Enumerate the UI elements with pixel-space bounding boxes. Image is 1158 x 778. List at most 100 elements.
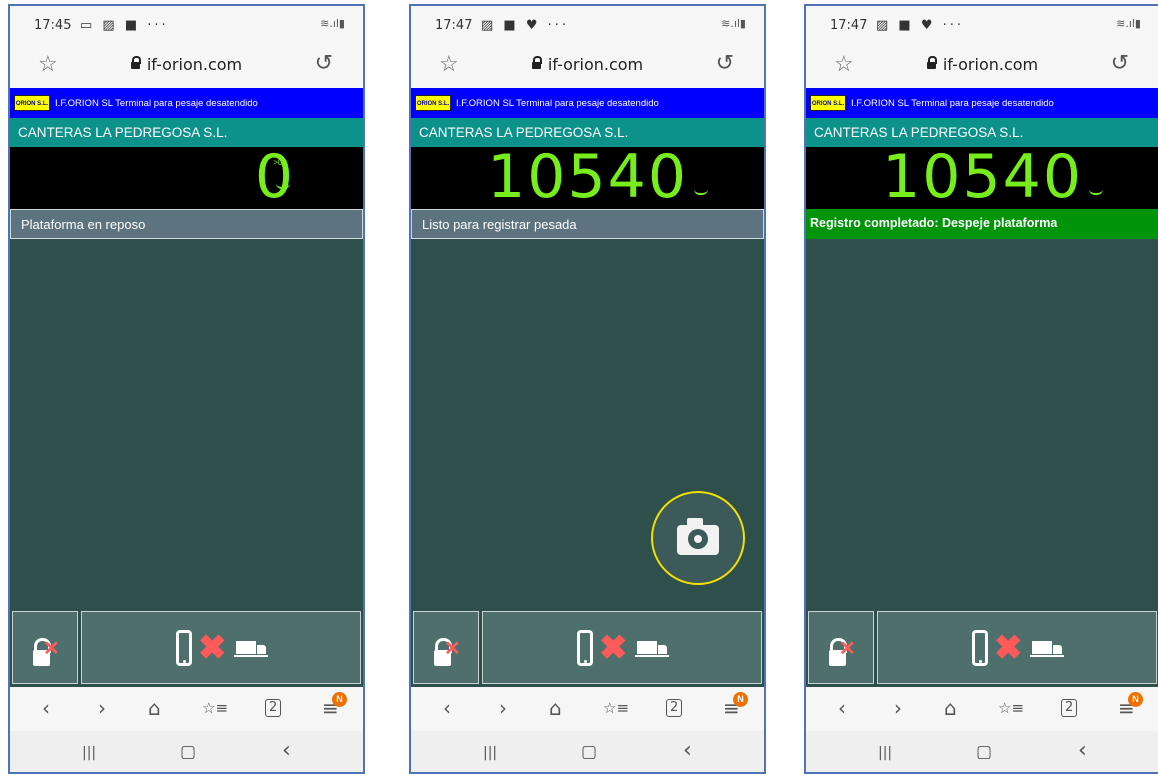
- reload-icon[interactable]: ↺: [716, 50, 734, 76]
- status-message: Registro completado: Despeje plataforma: [810, 216, 1058, 230]
- notification-icons: ▭ ▨ ■ ···: [80, 18, 169, 33]
- cancel-x-icon: ✕: [444, 638, 461, 660]
- url-display[interactable]: if-orion.com: [10, 55, 363, 74]
- notification-icons: ▨ ■ ♥ ···: [481, 18, 570, 33]
- zero-indicator: >0<: [273, 158, 287, 167]
- lock-icon: [926, 56, 937, 69]
- company-name: CANTERAS LA PEDREGOSA S.L.: [18, 125, 228, 140]
- stable-indicator-icon: [1089, 189, 1103, 195]
- brand-header: ORION S.L. I.F.ORION SL Terminal para pe…: [806, 88, 1158, 118]
- browser-url-bar[interactable]: ☆ if-orion.com ↺: [411, 42, 764, 88]
- gate-button[interactable]: ✖: [81, 611, 361, 684]
- status-bar: 17:47 ▨ ■ ♥ ··· ≋.ıl▮: [806, 6, 1158, 42]
- recent-apps-icon[interactable]: |||: [82, 745, 96, 761]
- lock-icon: [130, 56, 141, 69]
- bookmarks-icon[interactable]: ☆≡: [202, 699, 228, 717]
- cancel-x-icon: ✖: [198, 629, 227, 667]
- status-bar: 17:47 ▨ ■ ♥ ··· ≋.ıl▮: [411, 6, 764, 42]
- lock-icon: [531, 56, 542, 69]
- tabs-icon[interactable]: 2: [1061, 699, 1078, 717]
- phone-screen: 17:47 ▨ ■ ♥ ··· ≋.ıl▮ ☆ if-orion.com ↺ O…: [804, 4, 1158, 774]
- back-icon[interactable]: ‹: [443, 696, 451, 720]
- url-text[interactable]: if-orion.com: [548, 55, 643, 74]
- tabs-icon[interactable]: 2: [666, 699, 683, 717]
- weight-display: 10540: [806, 145, 1158, 209]
- gate-button[interactable]: ✖: [482, 611, 762, 684]
- home-button-icon[interactable]: ▢: [180, 742, 196, 762]
- company-bar: CANTERAS LA PEDREGOSA S.L.: [10, 118, 363, 147]
- system-back-icon[interactable]: ‹: [282, 738, 291, 763]
- recent-apps-icon[interactable]: |||: [878, 745, 892, 761]
- brand-header: ORION S.L. I.F.ORION SL Terminal para pe…: [10, 88, 363, 118]
- back-icon[interactable]: ‹: [838, 696, 846, 720]
- phone-screen: 17:47 ▨ ■ ♥ ··· ≋.ıl▮ ☆ if-orion.com ↺ O…: [409, 4, 766, 774]
- status-time: 17:47: [435, 18, 473, 33]
- cancel-x-icon: ✕: [43, 638, 60, 660]
- home-button-icon[interactable]: ▢: [581, 742, 597, 762]
- weight-value: 10540: [487, 142, 688, 212]
- wifi-signal-battery-icons: ≋.ıl▮: [1116, 17, 1141, 30]
- company-name: CANTERAS LA PEDREGOSA S.L.: [419, 125, 629, 140]
- forward-icon[interactable]: ›: [98, 696, 106, 720]
- status-message-bar: Plataforma en reposo: [10, 209, 363, 239]
- orion-logo: ORION S.L.: [415, 95, 451, 111]
- main-area: [806, 239, 1158, 609]
- status-bar: 17:45 ▭ ▨ ■ ··· ≋.ıl▮: [10, 6, 363, 42]
- forward-icon[interactable]: ›: [894, 696, 902, 720]
- wifi-signal-battery-icons: ≋.ıl▮: [320, 17, 345, 30]
- system-nav-bar: ||| ▢ ‹: [806, 731, 1158, 772]
- bookmarks-icon[interactable]: ☆≡: [603, 699, 629, 717]
- url-text[interactable]: if-orion.com: [943, 55, 1038, 74]
- bookmarks-icon[interactable]: ☆≡: [998, 699, 1024, 717]
- forward-icon[interactable]: ›: [499, 696, 507, 720]
- brand-title: I.F.ORION SL Terminal para pesaje desate…: [55, 98, 258, 109]
- unlock-button[interactable]: ✕: [12, 611, 78, 684]
- reload-icon[interactable]: ↺: [315, 50, 333, 76]
- browser-nav-bar: ‹ › ⌂ ☆≡ 2 ≡ N: [411, 687, 764, 731]
- home-icon[interactable]: ⌂: [944, 696, 957, 720]
- status-time: 17:47: [830, 18, 868, 33]
- truck-icon: [236, 641, 256, 654]
- truck-icon: [637, 641, 657, 654]
- url-display[interactable]: if-orion.com: [806, 55, 1158, 74]
- orion-logo: ORION S.L.: [810, 95, 846, 111]
- url-text[interactable]: if-orion.com: [147, 55, 242, 74]
- truck-icon: [1032, 641, 1052, 654]
- cancel-x-icon: ✕: [839, 638, 856, 660]
- unlock-button[interactable]: ✕: [808, 611, 874, 684]
- notification-badge: N: [332, 692, 347, 707]
- home-icon[interactable]: ⌂: [549, 696, 562, 720]
- notification-icons: ▨ ■ ♥ ···: [876, 18, 965, 33]
- notification-badge: N: [733, 692, 748, 707]
- brand-header: ORION S.L. I.F.ORION SL Terminal para pe…: [411, 88, 764, 118]
- browser-url-bar[interactable]: ☆ if-orion.com ↺: [806, 42, 1158, 88]
- action-buttons: ✕ ✖: [411, 609, 764, 687]
- reload-icon[interactable]: ↺: [1111, 50, 1129, 76]
- tabs-icon[interactable]: 2: [265, 699, 282, 717]
- notification-badge: N: [1128, 692, 1143, 707]
- orion-logo: ORION S.L.: [14, 95, 50, 111]
- main-area: [411, 239, 764, 609]
- home-icon[interactable]: ⌂: [148, 696, 161, 720]
- browser-url-bar[interactable]: ☆ if-orion.com ↺: [10, 42, 363, 88]
- stable-indicator-icon: [694, 189, 708, 195]
- unlock-button[interactable]: ✕: [413, 611, 479, 684]
- company-name: CANTERAS LA PEDREGOSA S.L.: [814, 125, 1024, 140]
- status-message-bar: Listo para registrar pesada: [411, 209, 764, 239]
- brand-title: I.F.ORION SL Terminal para pesaje desate…: [851, 98, 1054, 109]
- browser-nav-bar: ‹ › ⌂ ☆≡ 2 ≡ N: [10, 687, 363, 731]
- system-back-icon[interactable]: ‹: [683, 738, 692, 763]
- action-buttons: ✕ ✖: [806, 609, 1158, 687]
- system-nav-bar: ||| ▢ ‹: [10, 731, 363, 772]
- status-message: Listo para registrar pesada: [422, 217, 577, 232]
- system-back-icon[interactable]: ‹: [1078, 738, 1087, 763]
- home-button-icon[interactable]: ▢: [976, 742, 992, 762]
- weight-display: 0 >0<: [10, 142, 363, 212]
- url-display[interactable]: if-orion.com: [411, 55, 764, 74]
- recent-apps-icon[interactable]: |||: [483, 745, 497, 761]
- weight-value: 0: [254, 142, 295, 212]
- system-nav-bar: ||| ▢ ‹: [411, 731, 764, 772]
- back-icon[interactable]: ‹: [42, 696, 50, 720]
- camera-button[interactable]: [651, 491, 745, 585]
- gate-button[interactable]: ✖: [877, 611, 1157, 684]
